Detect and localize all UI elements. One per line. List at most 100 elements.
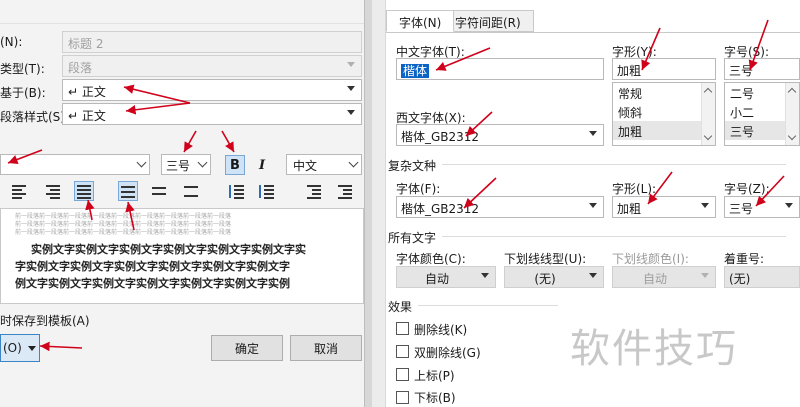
chevron-down-icon [481, 273, 489, 278]
chevron-down-icon [27, 345, 36, 351]
complex-section-title: 复杂文种 [388, 159, 437, 173]
name-label: (N): [0, 35, 23, 49]
dialog-top-band [0, 0, 364, 24]
subscript-label[interactable]: 下标(B) [414, 389, 456, 406]
chevron-down-icon [787, 131, 797, 141]
scrollbar[interactable] [785, 83, 799, 145]
chevron-up-icon [703, 87, 713, 97]
preview-prev-paragraph: 前一段落前一段落前一段落前一段落前一段落前一段落前一段落前一段落前一段落 [15, 229, 232, 236]
window-edge [372, 0, 386, 407]
chevron-down-icon [701, 203, 709, 208]
increase-indent-icon[interactable] [336, 183, 354, 199]
preview-prev-paragraph: 前一段落前一段落前一段落前一段落前一段落前一段落前一段落前一段落前一段落 [15, 213, 232, 220]
underline-select[interactable]: (无) [504, 266, 604, 288]
section-divider [442, 236, 786, 237]
effects-section-title: 效果 [388, 300, 413, 314]
font-color-label: 字体颜色(C): [396, 252, 466, 266]
decrease-indent-icon[interactable] [305, 183, 323, 199]
based-on-label: 基于(B): [0, 86, 46, 100]
superscript-label[interactable]: 上标(P) [414, 367, 455, 384]
justify-icon[interactable] [74, 181, 94, 201]
chevron-down-icon [136, 157, 147, 168]
western-font-select[interactable]: 楷体_GB2312 [396, 124, 604, 146]
chevron-down-icon [197, 157, 208, 168]
bold-button[interactable]: B [225, 155, 245, 175]
complex-font-label: 字体(F): [396, 182, 441, 196]
scrollbar[interactable] [701, 83, 715, 145]
chevron-down-icon [347, 86, 355, 91]
format-button[interactable]: (O) [0, 334, 40, 362]
type-select[interactable]: 段落 [62, 55, 362, 77]
italic-button[interactable]: I [252, 155, 272, 175]
superscript-checkbox[interactable] [396, 368, 409, 381]
underline-color-label: 下划线颜色(I): [612, 252, 689, 266]
chevron-down-icon [348, 157, 359, 168]
complex-style-select[interactable]: 加粗 [612, 196, 716, 218]
chinese-font-input[interactable]: 楷体 [396, 58, 604, 80]
style-preview: 前一段落前一段落前一段落前一段落前一段落前一段落前一段落前一段落前一段落 前一段… [0, 208, 364, 304]
complex-size-label: 字号(Z): [724, 182, 770, 196]
modify-style-dialog: (N): 标题 2 类型(T): 段落 基于(B): ↵ 正文 段落样式(S):… [0, 0, 372, 407]
size-list[interactable]: 二号 小二 三号 [724, 82, 800, 146]
style-list[interactable]: 常规 倾斜 加粗 [612, 82, 716, 146]
chevron-down-icon [701, 273, 709, 278]
complex-style-label: 字形(L): [612, 182, 657, 196]
strikethrough-label[interactable]: 删除线(K) [414, 321, 467, 338]
next-style-label: 段落样式(S): [0, 110, 70, 124]
tab-baseline [386, 32, 800, 33]
all-text-section-title: 所有文字 [388, 231, 437, 245]
language-select[interactable]: 中文 [286, 154, 362, 175]
preview-sample-text: 实例文字实例文字实例文字实例文字实例文字实例文字实 [31, 243, 306, 256]
style-input[interactable]: 加粗 [612, 58, 716, 80]
preview-prev-paragraph: 前一段落前一段落前一段落前一段落前一段落前一段落前一段落前一段落前一段落 [15, 221, 232, 228]
ok-button[interactable]: 确定 [211, 335, 283, 361]
chevron-down-icon [589, 273, 597, 278]
one-half-spacing-icon[interactable] [150, 183, 168, 199]
name-field[interactable]: 标题 2 [62, 31, 362, 53]
complex-size-select[interactable]: 三号 [724, 196, 800, 218]
emphasis-label: 着重号: [724, 252, 765, 266]
space-after-icon[interactable] [258, 183, 276, 199]
preview-sample-text: 字实例文字实例文字实例文字实例文字实例文字实例文字 [15, 260, 290, 273]
save-to-template-label[interactable]: 时保存到模板(A) [0, 312, 90, 329]
subscript-checkbox[interactable] [396, 391, 409, 404]
window-divider [364, 0, 372, 407]
underline-label: 下划线线型(U): [504, 252, 587, 266]
based-on-select[interactable]: ↵ 正文 [62, 79, 362, 101]
size-input[interactable]: 三号 [724, 58, 800, 80]
font-size-select[interactable]: 三号 [161, 154, 211, 175]
emphasis-select[interactable]: (无) [724, 266, 800, 288]
chevron-down-icon [703, 131, 713, 141]
font-name-select[interactable] [0, 154, 150, 175]
strikethrough-checkbox[interactable] [396, 322, 409, 335]
watermark-text: 软件技巧 [570, 326, 738, 372]
chevron-down-icon [785, 203, 793, 208]
chevron-up-icon [787, 87, 797, 97]
chevron-down-icon [589, 131, 597, 136]
preview-sample-text: 例文字实例文字实例文字实例文字实例文字实例文字实例 [15, 277, 290, 290]
tab-font[interactable]: 字体(N) [386, 10, 455, 32]
align-left-icon[interactable] [10, 183, 28, 199]
next-style-select[interactable]: ↵ 正文 [62, 103, 362, 125]
chevron-down-icon [589, 203, 597, 208]
space-before-icon[interactable] [228, 183, 246, 199]
list-item[interactable]: 加粗 [613, 121, 715, 140]
double-spacing-icon[interactable] [182, 183, 200, 199]
chevron-down-icon [347, 62, 355, 67]
section-divider [418, 305, 558, 306]
double-strikethrough-label[interactable]: 双删除线(G) [414, 344, 481, 361]
section-divider [442, 164, 786, 165]
chevron-down-icon [347, 110, 355, 115]
font-color-select[interactable]: 自动 [396, 266, 496, 288]
complex-font-select[interactable]: 楷体_GB2312 [396, 196, 604, 218]
double-strikethrough-checkbox[interactable] [396, 345, 409, 358]
list-item[interactable]: 倾斜 [613, 102, 715, 121]
dialog-footer [0, 369, 364, 407]
tab-char-spacing[interactable]: 字符间距(R) [442, 10, 534, 32]
align-right-icon[interactable] [44, 183, 62, 199]
cancel-button[interactable]: 取消 [290, 335, 362, 361]
underline-color-select[interactable]: 自动 [612, 266, 716, 288]
list-item[interactable]: 常规 [613, 83, 715, 102]
type-label: 类型(T): [0, 62, 45, 76]
single-spacing-icon[interactable] [118, 181, 138, 201]
